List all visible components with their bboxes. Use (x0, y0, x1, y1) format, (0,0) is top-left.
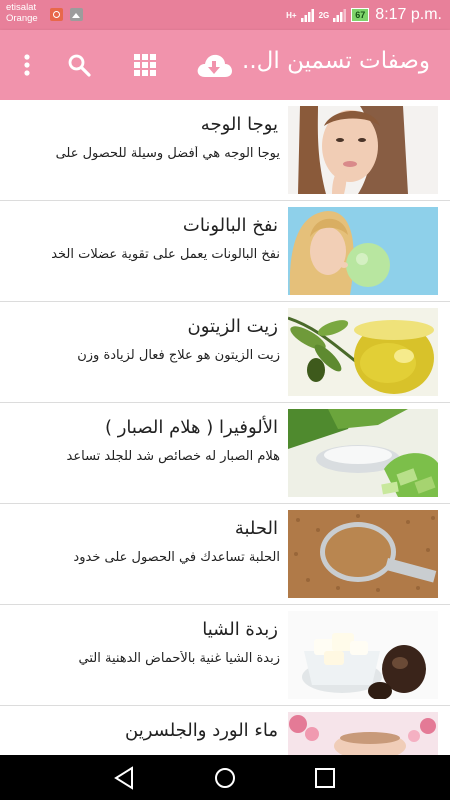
recipe-title: ماء الورد والجلسرين (125, 720, 278, 741)
search-icon[interactable] (64, 50, 94, 80)
app-toolbar: وصفات تسمين ال.. (0, 30, 450, 100)
recipe-thumbnail (288, 106, 438, 194)
more-vert-icon[interactable] (12, 50, 42, 80)
list-item[interactable]: الألوفيرا ( هلام الصبار ) هلام الصبار له… (0, 403, 450, 504)
recipe-thumbnail (288, 712, 438, 755)
recipe-thumbnail (288, 510, 438, 598)
recipe-description: يوجا الوجه هي أفضل وسيلة للحصول على (55, 146, 280, 161)
carrier-secondary: Orange (6, 13, 38, 24)
carrier-primary: etisalat (6, 2, 37, 13)
grid-icon[interactable] (130, 50, 160, 80)
recipe-thumbnail (288, 308, 438, 396)
notification-icon (50, 8, 63, 21)
network-type-label: H+ (286, 10, 297, 20)
app-title: وصفات تسمين ال.. (242, 48, 430, 74)
recipe-thumbnail (288, 207, 438, 295)
status-indicators: H+ 2G 67 8:17 p.m. (286, 5, 442, 25)
list-item[interactable]: نفخ البالونات نفخ البالونات يعمل على تقو… (0, 201, 450, 302)
recipe-description: زبدة الشيا غنية بالأحماض الدهنية التي (78, 651, 280, 666)
recipe-thumbnail (288, 409, 438, 497)
battery-icon: 67 (351, 8, 370, 22)
recipe-thumbnail (288, 611, 438, 699)
recipe-description: الحلبة تساعدك في الحصول على خدود (73, 550, 280, 565)
recipe-title: يوجا الوجه (200, 114, 278, 135)
recipe-description: هلام الصبار له خصائص شد للجلد تساعد (66, 449, 280, 464)
recipe-title: نفخ البالونات (182, 215, 278, 236)
home-icon[interactable] (212, 765, 238, 791)
recents-icon[interactable] (312, 765, 338, 791)
image-notification-icon (70, 8, 83, 21)
clock: 8:17 p.m. (375, 6, 442, 23)
download-icon[interactable] (194, 50, 234, 80)
list-item[interactable]: زيت الزيتون زيت الزيتون هو علاج فعال لزي… (0, 302, 450, 403)
back-icon[interactable] (112, 765, 138, 791)
recipe-title: زبدة الشيا (202, 619, 278, 640)
recipe-description: زيت الزيتون هو علاج فعال لزيادة وزن (77, 348, 280, 363)
list-item[interactable]: ماء الورد والجلسرين (0, 706, 450, 755)
system-nav-bar (0, 755, 450, 800)
list-item[interactable]: الحلبة الحلبة تساعدك في الحصول على خدود (0, 504, 450, 605)
carrier-label: etisalat Orange (6, 2, 38, 24)
recipe-list[interactable]: يوجا الوجه يوجا الوجه هي أفضل وسيلة للحص… (0, 100, 450, 755)
signal-icon-2 (333, 9, 347, 22)
list-item[interactable]: يوجا الوجه يوجا الوجه هي أفضل وسيلة للحص… (0, 100, 450, 201)
recipe-title: زيت الزيتون (187, 316, 278, 337)
recipe-title: الحلبة (234, 518, 278, 539)
network-2g-label: 2G (318, 10, 330, 20)
recipe-description: نفخ البالونات يعمل على تقوية عضلات الخد (51, 247, 280, 262)
status-bar: etisalat Orange H+ 2G 67 8:17 p.m. (0, 0, 450, 30)
signal-icon (300, 9, 314, 22)
list-item[interactable]: زبدة الشيا زبدة الشيا غنية بالأحماض الده… (0, 605, 450, 706)
recipe-title: الألوفيرا ( هلام الصبار ) (104, 417, 278, 438)
